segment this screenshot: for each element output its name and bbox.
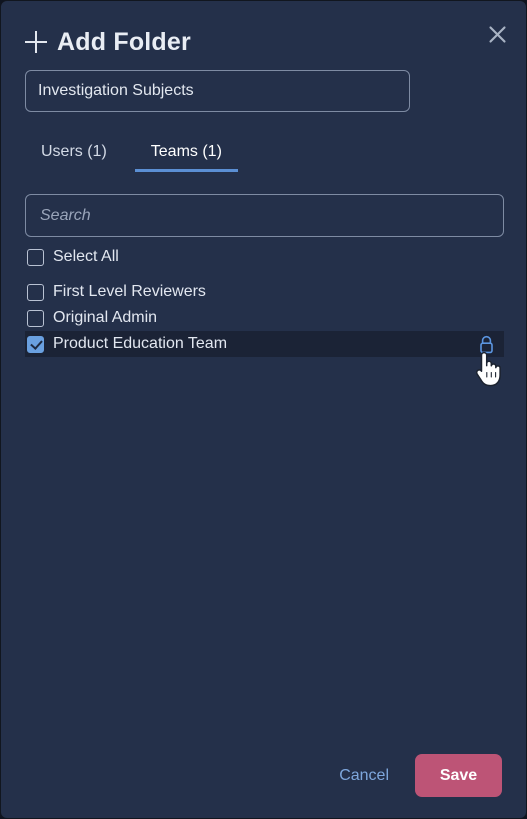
checkbox[interactable] — [27, 335, 44, 353]
list-item-label: Original Admin — [53, 309, 158, 326]
dialog-title: Add Folder — [57, 27, 191, 56]
list-item[interactable]: Product Education Team — [25, 331, 504, 357]
tab-users[interactable]: Users (1) — [25, 141, 123, 172]
folder-name-input[interactable] — [25, 70, 410, 112]
checkbox[interactable] — [27, 309, 44, 327]
save-button[interactable]: Save — [415, 754, 502, 797]
list-item-label: First Level Reviewers — [53, 283, 206, 300]
list-item-label: Product Education Team — [53, 335, 228, 352]
plus-icon — [25, 31, 47, 53]
list-item[interactable]: First Level Reviewers — [25, 279, 504, 305]
lock-icon[interactable] — [477, 334, 495, 354]
checkbox[interactable] — [27, 283, 44, 301]
tab-bar: Users (1) Teams (1) — [25, 141, 238, 172]
team-list: Select All First Level Reviewers Origina… — [25, 244, 504, 357]
dialog-footer: Cancel Save — [335, 754, 502, 797]
checkbox-select-all[interactable] — [27, 248, 44, 266]
close-icon[interactable] — [482, 19, 512, 49]
add-folder-dialog: Add Folder Users (1) Teams (1) Select Al… — [0, 0, 527, 819]
list-item-label: Select All — [53, 248, 119, 265]
dialog-header: Add Folder — [25, 23, 508, 61]
tab-teams[interactable]: Teams (1) — [134, 141, 238, 172]
list-item-select-all[interactable]: Select All — [25, 244, 504, 270]
list-item[interactable]: Original Admin — [25, 305, 504, 331]
cancel-button[interactable]: Cancel — [335, 761, 393, 791]
search-input[interactable] — [25, 194, 504, 237]
